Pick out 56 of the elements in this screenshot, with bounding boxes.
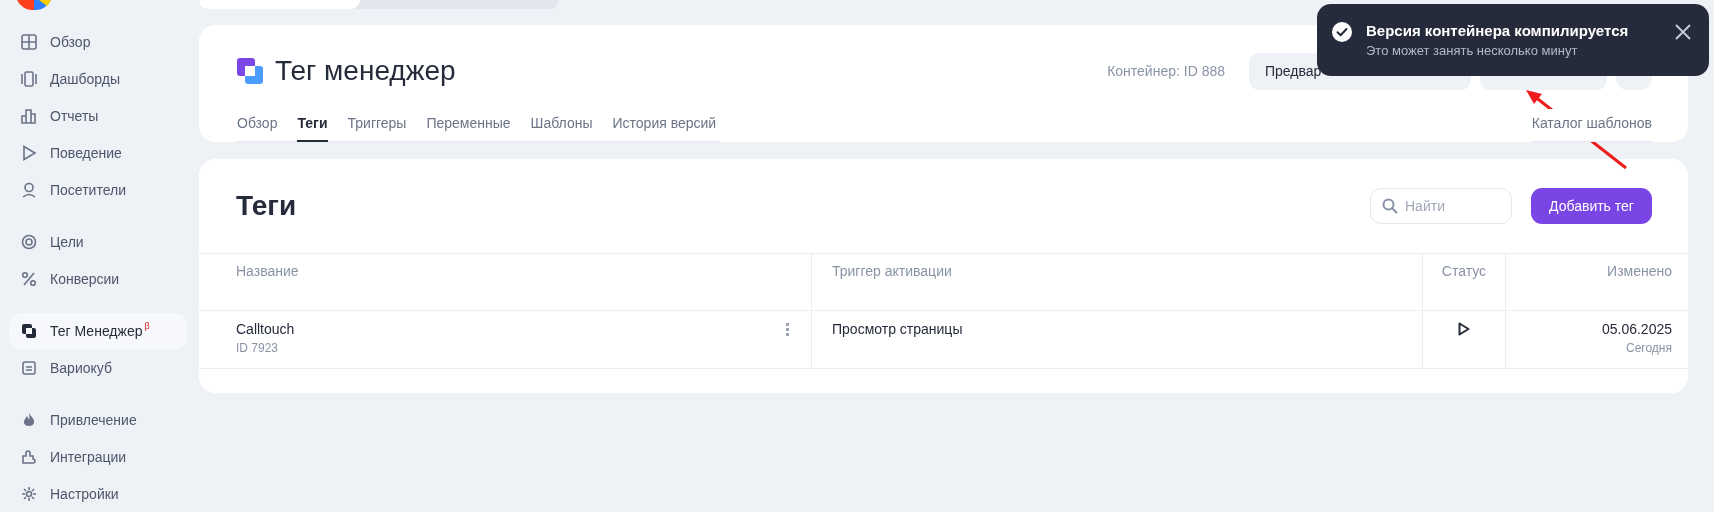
tag-id: ID 7923	[236, 341, 280, 355]
more-icon[interactable]	[786, 322, 789, 337]
add-tag-button[interactable]: Добавить тег	[1531, 188, 1652, 224]
sidebar-item[interactable]: Тег Менеджер$^{β}$	[9, 313, 187, 349]
logo-icon	[17, 0, 51, 10]
person-icon	[21, 182, 37, 198]
column-header: Название	[236, 263, 299, 279]
flame-icon	[21, 412, 37, 428]
sidebar-item[interactable]: Интеграции	[9, 439, 187, 475]
sidebar-item[interactable]: Конверсии	[9, 261, 187, 297]
tag-manager-logo-icon	[237, 58, 263, 84]
tab[interactable]: Шаблоны	[530, 109, 593, 142]
section-title: Теги	[236, 190, 297, 222]
search-icon	[1382, 198, 1398, 214]
sidebar-item[interactable]: Поведение	[9, 135, 187, 171]
window-icon	[21, 360, 37, 376]
date: 05.06.2025	[1600, 320, 1672, 338]
trigger-name: Просмотр страницы	[832, 320, 964, 338]
sidebar-item[interactable]: Посетители	[9, 172, 187, 208]
sidebar-item[interactable]: Дашборды	[9, 61, 187, 97]
sidebar-item[interactable]: Цели	[9, 224, 187, 260]
beta-label: β	[144, 321, 150, 331]
target-icon	[21, 234, 37, 250]
tab[interactable]: Теги	[297, 109, 328, 142]
column-header: Статус	[1441, 263, 1487, 279]
play-icon	[21, 145, 37, 161]
gear-icon	[21, 486, 37, 502]
bar-chart-icon	[21, 108, 37, 124]
toast-title: Версия контейнера компилируется	[1366, 22, 1630, 39]
close-icon[interactable]	[1675, 24, 1691, 40]
play-icon[interactable]	[1458, 322, 1470, 336]
catalog-link[interactable]: Каталог шаблонов	[1531, 109, 1652, 142]
tab[interactable]: История версий	[612, 109, 717, 142]
grid-icon	[21, 34, 37, 50]
sidebar-item[interactable]: Отчеты	[9, 98, 187, 134]
tab[interactable]: Переменные	[426, 109, 511, 142]
toast-message: Это может занять несколько минут	[1366, 43, 1579, 58]
squares-icon	[21, 323, 37, 339]
sidebar-item[interactable]: Обзор	[9, 24, 187, 60]
relative-date: Сегодня	[1625, 341, 1672, 355]
tab[interactable]: Обзор	[237, 109, 278, 142]
container-label: Контейнер: ID 888	[1107, 63, 1225, 79]
segment-thumb[interactable]	[199, 0, 360, 9]
sidebar-item[interactable]: Вариокуб	[9, 350, 187, 386]
sidebar-item[interactable]: Привлечение	[9, 402, 187, 438]
tag-name[interactable]: Calltouch	[236, 320, 295, 338]
tab[interactable]: Триггеры	[347, 109, 407, 142]
page-title: Тег менеджер	[275, 55, 456, 87]
column-header: Триггер активации	[832, 263, 952, 279]
percent-icon	[21, 271, 37, 287]
search-field[interactable]: Найти	[1370, 188, 1512, 224]
sidebar-item[interactable]: Настройки	[9, 476, 187, 512]
check-icon	[1332, 22, 1352, 42]
puzzle-icon	[21, 449, 37, 465]
cards-icon	[21, 71, 37, 87]
column-header: Изменено	[1607, 263, 1672, 279]
